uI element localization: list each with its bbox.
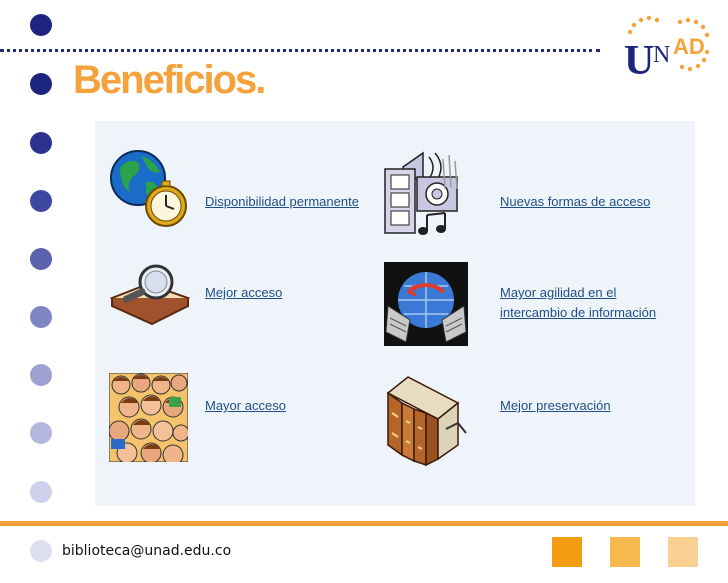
bullet-dot-3 [30, 132, 52, 154]
page-title: Beneficios. [73, 58, 266, 102]
svg-text:AD: AD [673, 34, 705, 59]
bullet-dot-5 [30, 248, 52, 270]
bullet-dot-10 [30, 540, 52, 562]
link-mayor-acceso[interactable]: Mayor acceso [205, 396, 286, 416]
globe-clock-icon [110, 150, 187, 227]
bullet-dot-7 [30, 364, 52, 386]
footer-square-2 [610, 537, 640, 567]
crowd-icon [109, 373, 188, 462]
link-mejor-acceso[interactable]: Mejor acceso [205, 283, 282, 303]
unad-logo: U N AD [624, 15, 710, 82]
bullet-dot-6 [30, 306, 52, 328]
footer-square-1 [552, 537, 582, 567]
bullet-dot-2 [30, 73, 52, 95]
link-disponibilidad-permanente[interactable]: Disponibilidad permanente [205, 192, 359, 212]
header-dotted-line [0, 49, 600, 52]
bullet-dot-4 [30, 190, 52, 212]
multimedia-icon [384, 151, 458, 235]
magnifier-book-icon [109, 264, 191, 326]
link-mejor-preservacion[interactable]: Mejor preservación [500, 396, 611, 416]
books-icon [386, 376, 467, 467]
bullet-dot-1 [30, 14, 52, 36]
footer-email: biblioteca@unad.edu.co [62, 543, 232, 559]
link-mayor-agilidad[interactable]: Mayor agilidad en el intercambio de infor… [500, 283, 656, 323]
footer-square-3 [668, 537, 698, 567]
bullet-dot-9 [30, 481, 52, 503]
svg-text:U: U [624, 38, 654, 82]
bullet-dot-8 [30, 422, 52, 444]
footer-rule [0, 521, 728, 526]
svg-text:N: N [653, 42, 670, 68]
link-nuevas-formas-de-acceso[interactable]: Nuevas formas de acceso [500, 192, 650, 212]
data-exchange-icon [384, 262, 468, 346]
